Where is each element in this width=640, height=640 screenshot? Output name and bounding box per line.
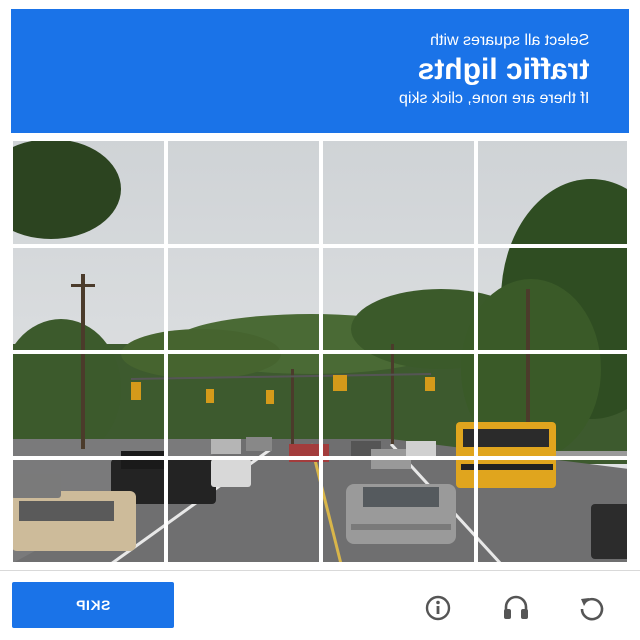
info-icon — [425, 595, 451, 621]
grid-tile-r2-c1[interactable] — [11, 246, 166, 352]
grid-tile-r1-c1[interactable] — [11, 139, 166, 246]
grid-tile-r1-c3[interactable] — [321, 139, 476, 246]
grid-tile-r3-c4[interactable] — [476, 352, 629, 458]
grid-tile-r3-c1[interactable] — [11, 352, 166, 458]
footer-divider — [0, 570, 640, 571]
headphones-icon — [504, 595, 528, 619]
grid-tile-r2-c3[interactable] — [321, 246, 476, 352]
grid-tile-r4-c3[interactable] — [321, 458, 476, 564]
skip-help-text: If there are none, click skip — [398, 90, 589, 107]
grid-tile-r3-c3[interactable] — [321, 352, 476, 458]
grid-tile-r1-c2[interactable] — [166, 139, 321, 246]
captcha-header: Select all squares with traffic lights I… — [11, 9, 629, 133]
skip-button[interactable]: SKIP — [12, 582, 174, 628]
audio-challenge-button[interactable] — [496, 588, 536, 628]
reload-icon — [580, 597, 604, 621]
grid-tile-r3-c2[interactable] — [166, 352, 321, 458]
grid-tile-r4-c1[interactable] — [11, 458, 166, 564]
target-object-text: traffic lights — [417, 53, 589, 86]
instruction-text: Select all squares with — [429, 32, 589, 49]
reload-button[interactable] — [572, 588, 612, 628]
grid-tile-r2-c2[interactable] — [166, 246, 321, 352]
captcha-dialog: Select all squares with traffic lights I… — [0, 0, 640, 640]
grid-tile-r2-c4[interactable] — [476, 246, 629, 352]
grid-tile-r4-c2[interactable] — [166, 458, 321, 564]
info-button[interactable] — [418, 588, 458, 628]
image-grid — [11, 139, 629, 564]
grid-tile-r1-c4[interactable] — [476, 139, 629, 246]
grid-tile-r4-c4[interactable] — [476, 458, 629, 564]
header-text-block: Select all squares with traffic lights I… — [399, 31, 589, 109]
